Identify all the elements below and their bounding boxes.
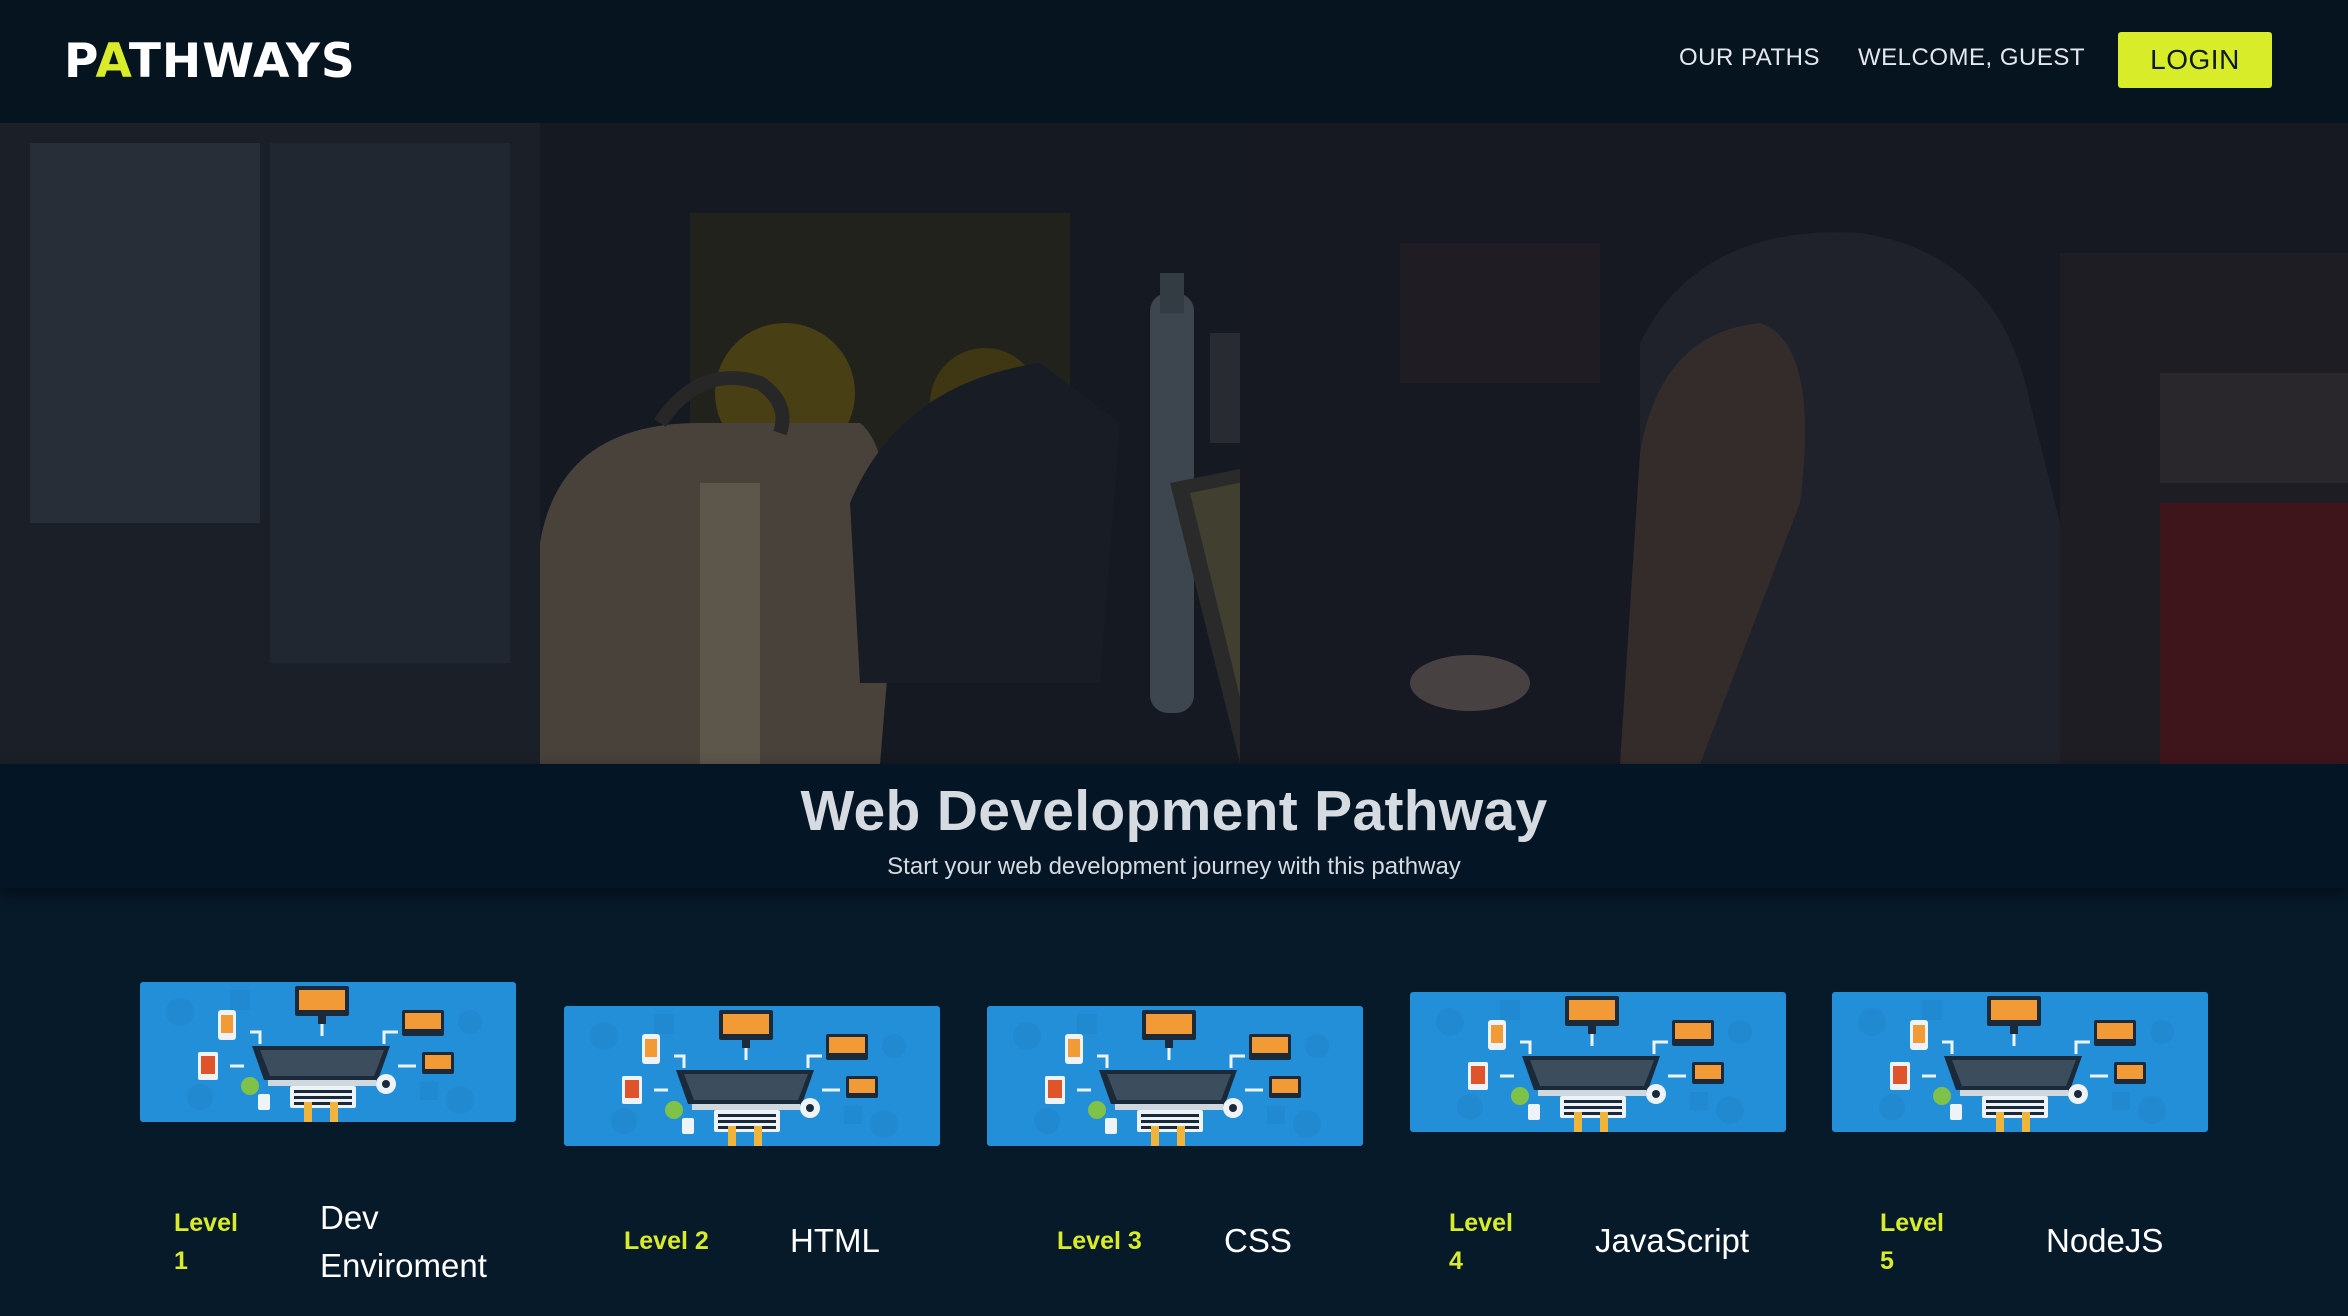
level-4-label-line1: Level	[1449, 1209, 1513, 1237]
hero-photo-illustration	[0, 123, 2348, 764]
level-5-label-line2: 5	[1880, 1247, 1894, 1275]
level-3-label: Level 3	[1057, 1227, 1142, 1255]
logo-mark: A	[95, 33, 133, 89]
page: P A THWAYS OUR PATHS WELCOME, GUEST LOGIN	[0, 0, 2348, 1316]
web-dev-illustration	[166, 986, 482, 1122]
level-5-label-line1: Level	[1880, 1209, 1944, 1237]
logo-text-prefix: P	[64, 33, 100, 89]
level-3-name[interactable]: CSS	[1224, 1217, 1292, 1265]
top-navbar: P A THWAYS OUR PATHS WELCOME, GUEST LOGIN	[0, 0, 2348, 123]
pathways-logo[interactable]: P A THWAYS	[64, 33, 356, 89]
web-dev-illustration	[1013, 1010, 1329, 1146]
level-2-label: Level 2	[624, 1227, 709, 1255]
level-2-card-image[interactable]	[564, 1006, 940, 1146]
level-1-label-line1: Level	[174, 1209, 238, 1237]
logo-text-suffix: THWAYS	[128, 33, 356, 89]
page-subtitle: Start your web development journey with …	[887, 853, 1461, 880]
level-5-card-image[interactable]	[1832, 992, 2208, 1132]
hero-image	[0, 123, 2348, 764]
level-2-name[interactable]: HTML	[790, 1217, 880, 1265]
nav-welcome-guest[interactable]: WELCOME, GUEST	[1858, 44, 2085, 76]
level-1-name-line2[interactable]: Enviroment	[320, 1242, 487, 1290]
web-dev-illustration	[590, 1010, 906, 1146]
web-dev-illustration	[1436, 996, 1752, 1132]
level-1-card-image[interactable]	[140, 982, 516, 1122]
level-1-label-line2: 1	[174, 1247, 188, 1275]
level-3-card-image[interactable]	[987, 1006, 1363, 1146]
page-title: Web Development Pathway	[800, 779, 1548, 843]
level-1-name-line1[interactable]: Dev	[320, 1194, 379, 1242]
level-4-card-image[interactable]	[1410, 992, 1786, 1132]
level-5-name[interactable]: NodeJS	[2046, 1217, 2163, 1265]
nav-our-paths-link[interactable]: OUR PATHS	[1679, 44, 1820, 76]
level-4-name[interactable]: JavaScript	[1595, 1217, 1749, 1265]
web-dev-illustration	[1858, 996, 2174, 1132]
pathway-header: Web Development Pathway Start your web d…	[0, 764, 2348, 888]
level-4-label-line2: 4	[1449, 1247, 1463, 1275]
login-button[interactable]: LOGIN	[2118, 32, 2272, 88]
